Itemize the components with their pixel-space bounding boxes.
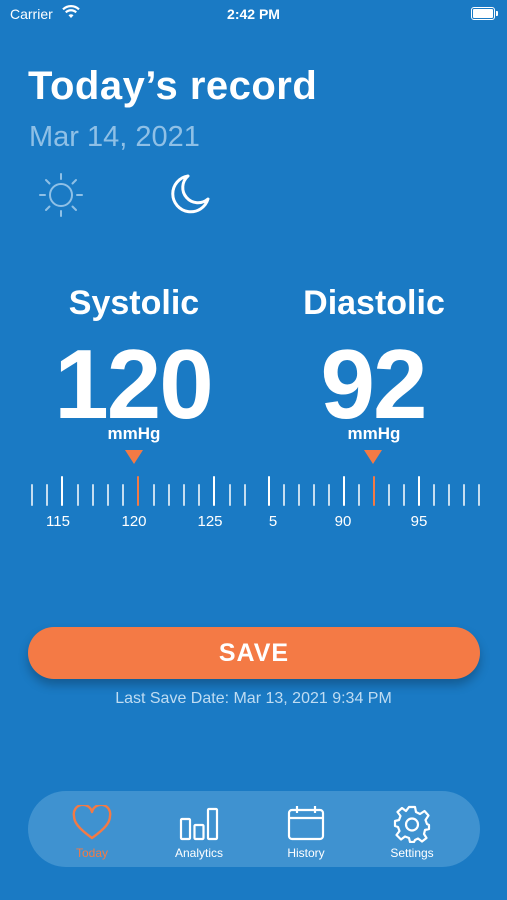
- ruler-tick: [343, 476, 345, 506]
- gear-icon: [393, 805, 431, 848]
- diastolic-ruler[interactable]: [266, 476, 486, 506]
- calendar-icon: [287, 805, 325, 846]
- ruler-tick: [107, 484, 109, 506]
- diastolic-unit: mmHg: [347, 424, 401, 443]
- ruler-tick: [433, 484, 435, 506]
- ruler-tick: [328, 484, 330, 506]
- ruler-tick: [31, 484, 33, 506]
- systolic-label: Systolic: [68, 284, 200, 322]
- diastolic-tick-label: 5: [268, 513, 278, 530]
- page-title: Today’s record: [28, 64, 318, 108]
- systolic-tick-label: 120: [121, 513, 147, 530]
- ruler-tick: [122, 484, 125, 506]
- tab-history[interactable]: History: [256, 791, 356, 867]
- ruler-tick: [228, 484, 231, 506]
- ruler-tick: [243, 484, 246, 506]
- ruler-tick: [283, 484, 285, 506]
- ruler-tick: [403, 484, 405, 506]
- systolic-tick-label: 115: [46, 513, 70, 530]
- ruler-tick: [448, 484, 450, 506]
- ruler-tick: [388, 484, 390, 506]
- tab-today[interactable]: Today: [42, 791, 142, 867]
- heart-icon: [72, 803, 112, 846]
- ruler-tick: [213, 476, 216, 506]
- ruler-tick: [61, 476, 64, 506]
- tab-label: Settings: [390, 846, 434, 860]
- ruler-tick: [183, 484, 185, 506]
- tab-label: History: [287, 846, 325, 860]
- status-bar: Carrier 2:42 PM: [0, 0, 507, 28]
- systolic-ruler[interactable]: [26, 476, 252, 506]
- diastolic-label: Diastolic: [303, 284, 445, 322]
- ruler-tick: [76, 484, 79, 506]
- ruler-tick: [152, 484, 155, 506]
- ruler-tick: [46, 484, 49, 506]
- tab-analytics[interactable]: Analytics: [149, 791, 249, 867]
- ruler-tick: [167, 484, 170, 506]
- ruler-tick: [91, 484, 94, 506]
- ruler-tick: [313, 484, 315, 506]
- ruler-tick: [358, 484, 360, 506]
- diastolic-tick-label: 90: [334, 513, 352, 530]
- sun-icon[interactable]: [38, 172, 84, 223]
- ruler-tick: [463, 484, 465, 506]
- ruler-tick: [268, 476, 270, 506]
- tab-label: Analytics: [174, 846, 224, 860]
- tab-label: Today: [75, 846, 109, 860]
- moon-icon[interactable]: [168, 172, 212, 221]
- systolic-unit: mmHg: [107, 424, 161, 443]
- systolic-tick-label: 125: [197, 513, 223, 530]
- ruler-current-tick: [137, 476, 140, 506]
- clock: 2:42 PM: [227, 6, 280, 22]
- diastolic-tick-label: 95: [410, 513, 428, 530]
- record-date[interactable]: Mar 14, 2021: [29, 121, 200, 154]
- ruler-tick: [198, 484, 201, 506]
- bar-chart-icon: [179, 805, 219, 846]
- ruler-tick: [478, 484, 480, 506]
- last-save-date: Last Save Date: Mar 13, 2021 9:34 PM: [115, 690, 392, 707]
- ruler-current-tick: [373, 476, 375, 506]
- battery-icon: [471, 7, 498, 20]
- ruler-tick: [418, 476, 420, 506]
- tab-bar: Today Analytics History Settings: [28, 791, 480, 867]
- ruler-tick: [298, 484, 300, 506]
- systolic-pointer: [125, 450, 143, 464]
- save-button[interactable]: SAVE: [28, 627, 480, 679]
- tab-settings[interactable]: Settings: [362, 791, 462, 867]
- diastolic-pointer: [364, 450, 382, 464]
